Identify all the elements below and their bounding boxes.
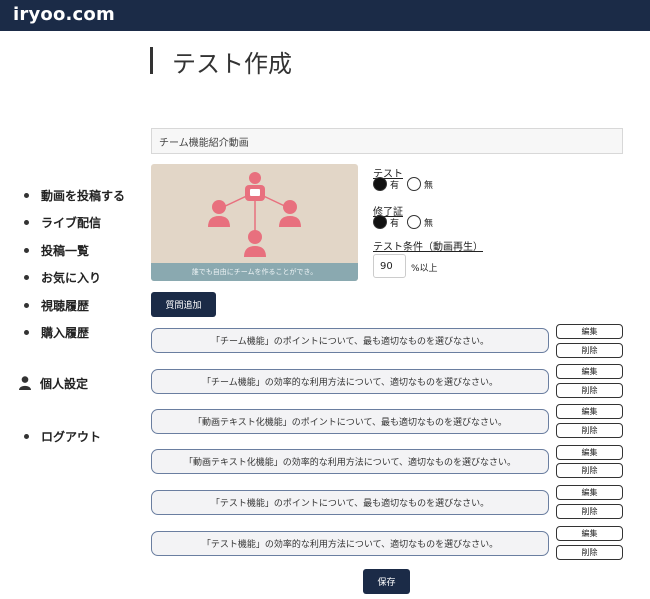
title-accent-bar <box>150 47 153 74</box>
person-icon <box>19 376 31 390</box>
delete-button[interactable]: 削除 <box>556 545 623 560</box>
sidebar-item-favorites[interactable]: お気に入り <box>22 267 101 287</box>
edit-button[interactable]: 編集 <box>556 526 623 541</box>
video-title-field[interactable] <box>151 128 623 154</box>
sidebar-item-settings[interactable]: 個人設定 <box>19 373 89 393</box>
test-condition-label: テスト条件（動画再生） <box>373 242 483 253</box>
bullet <box>24 219 29 225</box>
bullet <box>24 433 29 439</box>
edit-button[interactable]: 編集 <box>556 364 623 379</box>
sidebar-item-label: 動画を投稿する <box>41 188 126 203</box>
sidebar-item-label: 視聴履歴 <box>41 298 90 313</box>
sidebar-item-purchases[interactable]: 購入履歴 <box>22 322 89 342</box>
test-no-label: 無 <box>424 180 434 191</box>
question-row[interactable]: 「テスト機能」の効率的な利用方法について、適切なものを選びなさい。 <box>151 531 549 556</box>
bullet <box>24 192 29 198</box>
bullet <box>24 329 29 335</box>
percentage-suffix: %以上 <box>411 264 438 274</box>
edit-button[interactable]: 編集 <box>556 445 623 460</box>
site-logo[interactable]: iryoo.com <box>13 4 115 25</box>
sidebar-item-posts[interactable]: 投稿一覧 <box>22 240 89 260</box>
edit-button[interactable]: 編集 <box>556 404 623 419</box>
bullet <box>24 274 29 280</box>
delete-button[interactable]: 削除 <box>556 423 623 438</box>
sidebar-item-post-video[interactable]: 動画を投稿する <box>22 185 125 205</box>
sidebar-item-logout[interactable]: ログアウト <box>22 426 101 446</box>
delete-button[interactable]: 削除 <box>556 463 623 478</box>
add-question-button[interactable]: 質問追加 <box>151 292 216 317</box>
certificate-no-radio[interactable] <box>407 215 422 229</box>
question-row[interactable]: 「テスト機能」のポイントについて、最も適切なものを選びなさい。 <box>151 490 549 515</box>
sidebar-item-label: 個人設定 <box>40 376 89 391</box>
test-yes-radio[interactable] <box>373 177 387 191</box>
certificate-yes-label: 有 <box>390 218 400 229</box>
edit-button[interactable]: 編集 <box>556 485 623 500</box>
sidebar-item-label: ライブ配信 <box>41 215 102 230</box>
top-bar: iryoo.com <box>0 0 650 31</box>
certificate-yes-radio[interactable] <box>373 215 387 229</box>
question-row[interactable]: 「チーム機能」のポイントについて、最も適切なものを選びなさい。 <box>151 328 549 353</box>
thumbnail-caption: 誰でも自由にチームを作ることができ。 <box>151 263 358 281</box>
certificate-no-label: 無 <box>424 218 434 229</box>
delete-button[interactable]: 削除 <box>556 383 623 398</box>
delete-button[interactable]: 削除 <box>556 504 623 519</box>
edit-button[interactable]: 編集 <box>556 324 623 339</box>
play-percentage-input[interactable] <box>373 254 406 278</box>
bullet <box>24 247 29 253</box>
sidebar-item-live[interactable]: ライブ配信 <box>22 212 101 232</box>
delete-button[interactable]: 削除 <box>556 343 623 358</box>
certificate-radio-group: 有 無 <box>373 215 441 229</box>
question-row[interactable]: 「チーム機能」の効率的な利用方法について、適切なものを選びなさい。 <box>151 369 549 394</box>
test-no-radio[interactable] <box>407 177 422 191</box>
sidebar-item-label: 購入履歴 <box>41 325 90 340</box>
question-row[interactable]: 「動画テキスト化機能」のポイントについて、最も適切なものを選びなさい。 <box>151 409 549 434</box>
video-thumbnail[interactable]: 誰でも自由にチームを作ることができ。 <box>151 164 358 281</box>
save-button[interactable]: 保存 <box>363 569 410 594</box>
test-radio-group: 有 無 <box>373 177 441 191</box>
test-yes-label: 有 <box>390 180 400 191</box>
bullet <box>24 302 29 308</box>
sidebar-item-label: ログアウト <box>41 429 102 444</box>
sidebar-item-label: お気に入り <box>41 270 102 285</box>
sidebar-item-history[interactable]: 視聴履歴 <box>22 295 89 315</box>
question-row[interactable]: 「動画テキスト化機能」の効率的な利用方法について、適切なものを選びなさい。 <box>151 449 549 474</box>
sidebar-item-label: 投稿一覧 <box>41 243 90 258</box>
page-title: テスト作成 <box>172 50 292 78</box>
